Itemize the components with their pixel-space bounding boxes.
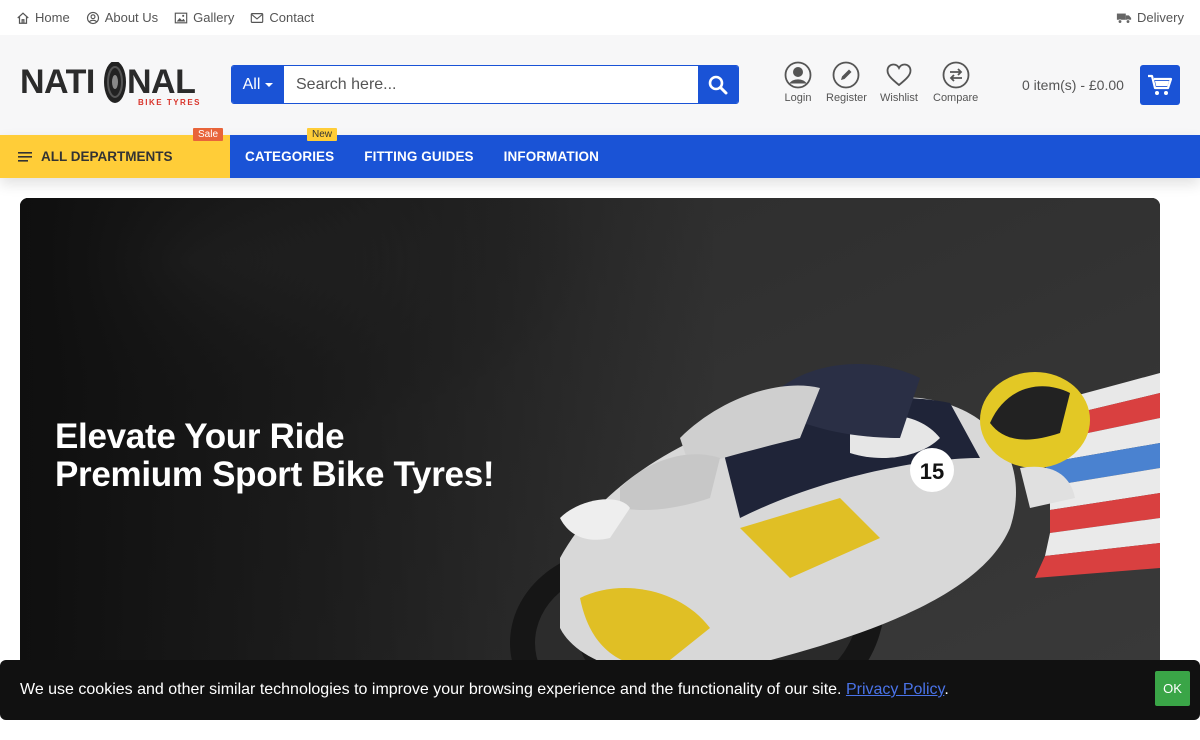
register-label: Register	[826, 92, 867, 104]
sale-badge: Sale	[193, 128, 224, 141]
privacy-policy-link[interactable]: Privacy Policy	[846, 681, 944, 698]
compare-button[interactable]: Compare	[933, 61, 978, 104]
user-circle-icon	[784, 61, 812, 89]
search-category-select[interactable]: All	[232, 66, 284, 103]
main-nav: ALL DEPARTMENTS Sale New CATEGORIES FITT…	[0, 128, 1200, 178]
cart-summary[interactable]: 0 item(s) - £0.00	[1022, 77, 1124, 93]
top-link-home[interactable]: Home	[16, 10, 70, 25]
caret-down-icon	[265, 82, 274, 87]
image-icon	[174, 12, 188, 23]
pencil-icon	[833, 61, 860, 89]
top-bar: Home About Us Gallery Contact Delivery	[0, 0, 1200, 35]
delivery-label: Delivery	[1137, 10, 1184, 25]
svg-text:15: 15	[920, 459, 944, 484]
truck-icon	[1116, 13, 1132, 24]
cart-icon	[1148, 74, 1173, 95]
top-link-label: About Us	[104, 10, 159, 25]
svg-text:NAL: NAL	[127, 63, 195, 101]
login-button[interactable]: Login	[784, 61, 812, 104]
user-icon	[86, 11, 99, 24]
all-departments-button[interactable]: ALL DEPARTMENTS	[0, 135, 230, 178]
hero-headline: Elevate Your Ride Premium Sport Bike Tyr…	[55, 417, 495, 494]
cookie-text: We use cookies and other similar technol…	[20, 681, 842, 698]
header: NATI NAL BIKE TYRES All Login Register W…	[0, 35, 1200, 135]
top-links: Home About Us Gallery Contact	[16, 10, 314, 25]
compare-label: Compare	[933, 92, 979, 104]
hero-line-1: Elevate Your Ride	[55, 417, 345, 456]
cookie-message: We use cookies and other similar technol…	[20, 681, 949, 699]
heart-icon	[886, 63, 912, 87]
search-bar: All	[231, 65, 739, 104]
top-link-gallery[interactable]: Gallery	[174, 10, 234, 25]
hero-banner[interactable]: 15 Elevate Your Ride Premium Sport Bike …	[20, 198, 1160, 718]
search-icon	[708, 75, 728, 94]
search-input[interactable]	[284, 66, 698, 103]
top-link-contact[interactable]: Contact	[250, 10, 314, 25]
top-link-label: Home	[35, 10, 70, 25]
compare-icon	[942, 61, 970, 89]
delivery-link[interactable]: Delivery	[1116, 10, 1184, 25]
menu-icon	[18, 151, 32, 162]
top-link-label: Gallery	[193, 10, 235, 25]
nav-items: CATEGORIES FITTING GUIDES INFORMATION	[245, 135, 599, 178]
hero-line-2: Premium Sport Bike Tyres!	[55, 455, 495, 494]
register-button[interactable]: Register	[826, 61, 867, 104]
login-label: Login	[784, 92, 812, 104]
search-category-label: All	[242, 75, 261, 93]
top-link-about[interactable]: About Us	[86, 10, 158, 25]
home-icon	[17, 11, 29, 24]
search-button[interactable]	[698, 66, 738, 103]
cookie-banner: We use cookies and other similar technol…	[0, 660, 1200, 720]
wishlist-label: Wishlist	[880, 92, 918, 104]
cookie-ok-button[interactable]: OK	[1155, 671, 1190, 706]
top-link-label: Contact	[269, 10, 315, 25]
svg-text:NATI: NATI	[20, 63, 95, 101]
envelope-icon	[251, 12, 264, 23]
nav-item-categories[interactable]: CATEGORIES	[245, 149, 334, 164]
all-departments-label: ALL DEPARTMENTS	[41, 149, 173, 164]
wishlist-button[interactable]: Wishlist	[880, 61, 918, 104]
nav-item-information[interactable]: INFORMATION	[504, 149, 599, 164]
cart-button[interactable]	[1140, 65, 1180, 105]
nav-item-fitting-guides[interactable]: FITTING GUIDES	[364, 149, 473, 164]
site-logo[interactable]: NATI NAL BIKE TYRES	[20, 62, 205, 110]
svg-text:BIKE TYRES: BIKE TYRES	[138, 98, 201, 107]
cookie-suffix: .	[944, 681, 949, 698]
